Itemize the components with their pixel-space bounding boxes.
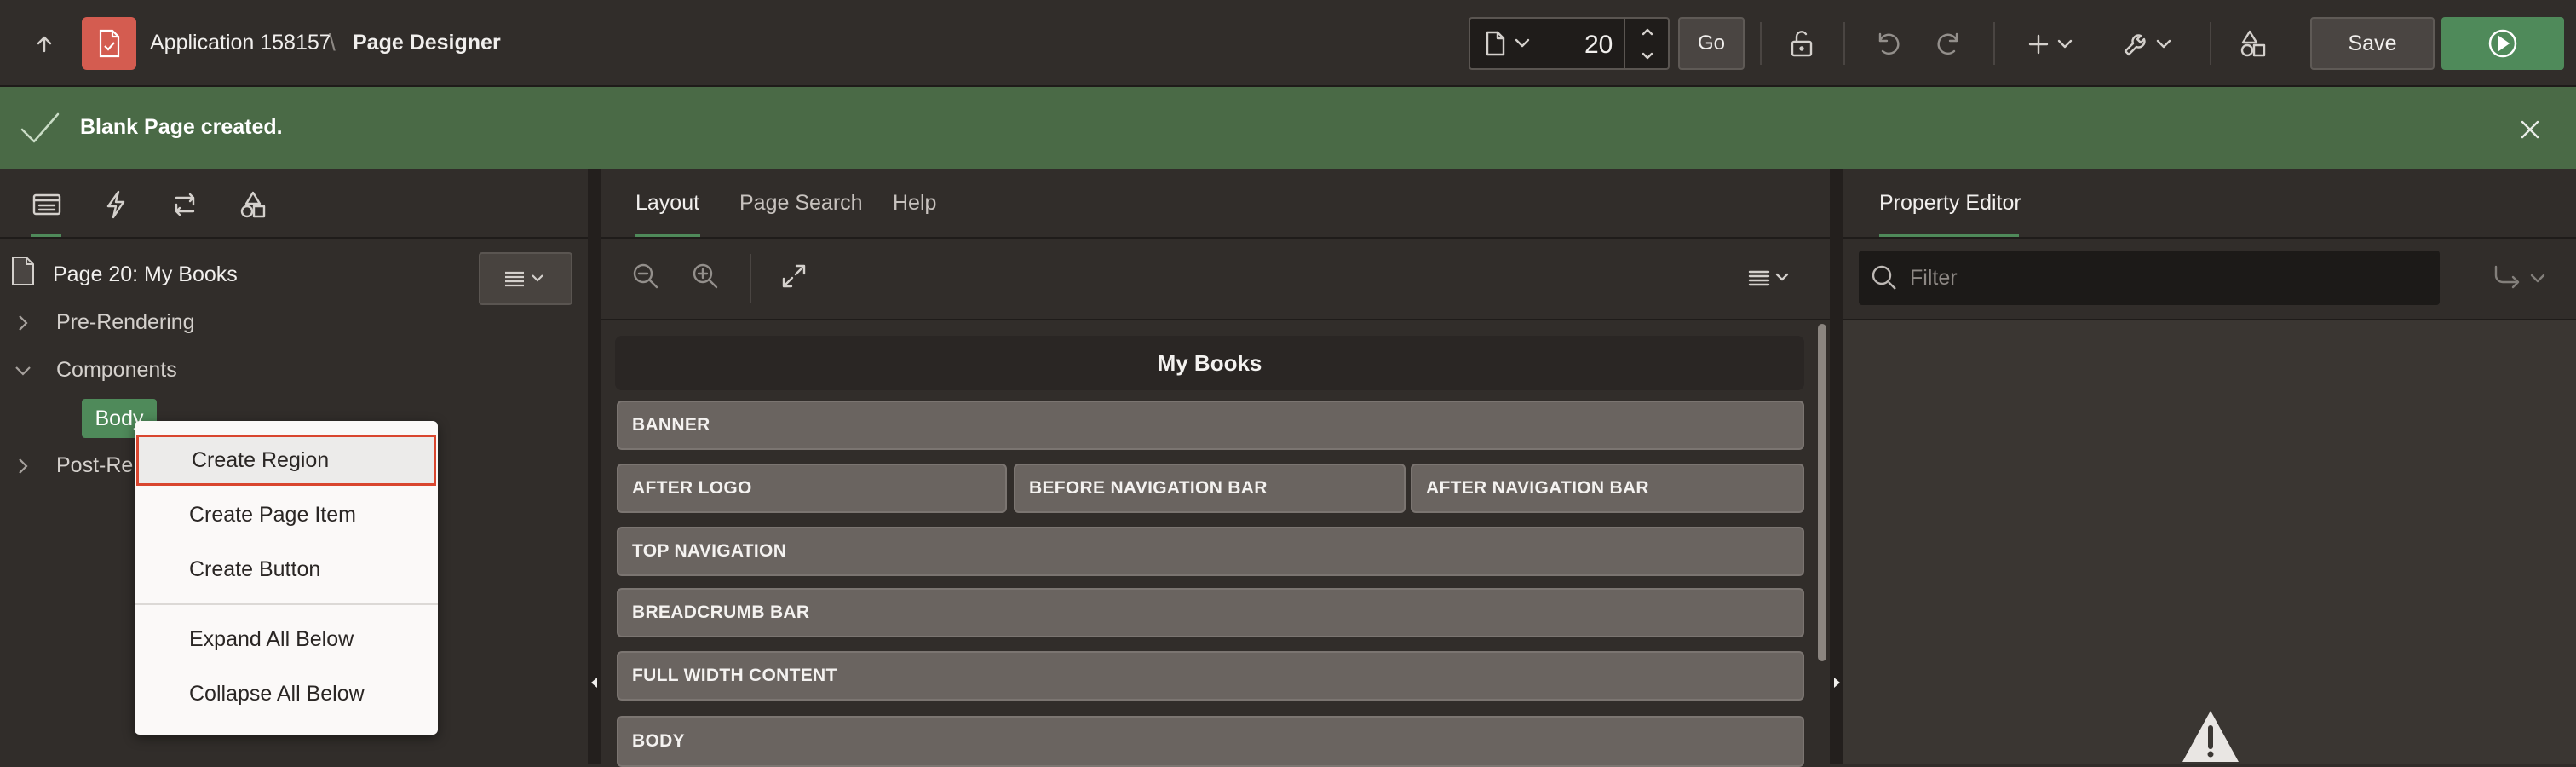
- slot-before-navigation-bar[interactable]: BEFORE NAVIGATION BAR: [1014, 464, 1406, 513]
- utilities-wrench-icon[interactable]: [2119, 24, 2179, 65]
- up-arrow-icon[interactable]: [26, 26, 63, 63]
- go-button[interactable]: Go: [1678, 17, 1745, 70]
- slot-after-logo[interactable]: AFTER LOGO: [617, 464, 1007, 513]
- list-menu-icon: [503, 270, 548, 287]
- slot-top-navigation[interactable]: TOP NAVIGATION: [617, 527, 1804, 576]
- left-splitter[interactable]: [588, 169, 601, 764]
- context-menu: Create Region Create Page Item Create Bu…: [135, 421, 438, 735]
- left-tab-bar: [0, 169, 588, 239]
- go-to-group-icon[interactable]: [2482, 257, 2559, 298]
- redo-icon[interactable]: [1929, 24, 1969, 65]
- app-icon[interactable]: [82, 17, 136, 70]
- warning-icon: [2181, 709, 2240, 764]
- page-title: Page Designer: [353, 31, 501, 55]
- right-splitter[interactable]: [1830, 169, 1843, 764]
- slot-breadcrumb-bar[interactable]: BREADCRUMB BAR: [617, 588, 1804, 637]
- tab-layout[interactable]: Layout: [635, 191, 699, 216]
- chevron-right-icon[interactable]: [17, 314, 29, 332]
- layout-menu-icon[interactable]: [1743, 259, 1797, 297]
- tree-node-pre-rendering[interactable]: Pre-Rendering: [56, 310, 195, 335]
- menu-item-create-region[interactable]: Create Region: [136, 435, 436, 486]
- tree-node-components[interactable]: Components: [56, 358, 177, 383]
- slot-banner[interactable]: BANNER: [617, 401, 1804, 450]
- shared-components-icon[interactable]: [2234, 22, 2274, 65]
- breadcrumb-app[interactable]: Application 158157: [150, 31, 331, 55]
- success-notification: Blank Page created.: [0, 87, 2576, 169]
- layout-scrollbar[interactable]: [1818, 324, 1826, 661]
- tab-page-search[interactable]: Page Search: [739, 191, 863, 216]
- chevron-down-icon[interactable]: [1627, 44, 1668, 66]
- notification-message: Blank Page created.: [80, 115, 283, 139]
- unlock-icon[interactable]: [1782, 24, 1823, 65]
- layout-toolbar: [601, 239, 1830, 320]
- center-tab-bar: Layout Page Search Help: [601, 169, 1830, 239]
- breadcrumb-separator: \: [329, 29, 336, 55]
- property-toolbar: Filter: [1843, 239, 2576, 320]
- tree-page-title[interactable]: Page 20: My Books: [53, 262, 238, 287]
- tree-node-post-rendering-wrap: Post-Rendering: [56, 453, 135, 484]
- chevron-up-icon[interactable]: [1627, 20, 1668, 43]
- close-icon[interactable]: [2513, 112, 2547, 147]
- create-menu-icon[interactable]: [2026, 24, 2079, 65]
- layout-page-header[interactable]: My Books: [615, 336, 1804, 390]
- run-page-button[interactable]: [2441, 17, 2564, 70]
- chevron-down-icon[interactable]: [14, 365, 32, 377]
- processing-tab[interactable]: [164, 186, 206, 223]
- shared-components-tab[interactable]: [232, 184, 274, 225]
- tree-menu-button[interactable]: [479, 252, 572, 305]
- save-button[interactable]: Save: [2310, 17, 2435, 70]
- zoom-out-icon[interactable]: [627, 257, 664, 295]
- page-icon: [10, 256, 36, 286]
- slot-full-width-content[interactable]: FULL WIDTH CONTENT: [617, 651, 1804, 701]
- active-tab-indicator: [1879, 234, 2019, 237]
- menu-item-create-button[interactable]: Create Button: [135, 544, 438, 595]
- top-toolbar: Application 158157 \ Page Designer 20 Go: [0, 0, 2576, 87]
- tab-help[interactable]: Help: [893, 191, 936, 216]
- page-number-input[interactable]: 20: [1584, 31, 1613, 60]
- right-pane: Property Editor Filter: [1843, 169, 2576, 764]
- filter-placeholder: Filter: [1910, 266, 1958, 290]
- collapse-right-icon[interactable]: [1832, 677, 1841, 689]
- menu-item-create-page-item[interactable]: Create Page Item: [135, 489, 438, 540]
- undo-icon[interactable]: [1867, 24, 1908, 65]
- checkmark-icon: [19, 111, 61, 145]
- chevron-down-icon[interactable]: [1511, 32, 1533, 55]
- dynamic-actions-tab[interactable]: [97, 186, 135, 223]
- slot-body[interactable]: BODY: [617, 716, 1804, 767]
- rendering-tab[interactable]: [26, 186, 68, 223]
- menu-separator: [135, 603, 438, 605]
- expand-icon[interactable]: [775, 257, 813, 295]
- play-icon: [2487, 28, 2518, 59]
- tree-node-post-rendering[interactable]: Post-Rendering: [56, 453, 135, 478]
- filter-input[interactable]: Filter: [1859, 251, 2440, 305]
- chevron-right-icon[interactable]: [17, 457, 29, 476]
- tab-property-editor[interactable]: Property Editor: [1879, 191, 2021, 216]
- slot-after-navigation-bar[interactable]: AFTER NAVIGATION BAR: [1411, 464, 1804, 513]
- collapse-left-icon[interactable]: [590, 677, 599, 689]
- right-tab-bar: Property Editor: [1843, 169, 2576, 239]
- menu-item-expand-all-below[interactable]: Expand All Below: [135, 614, 438, 665]
- page-selector[interactable]: 20: [1469, 17, 1670, 70]
- page-icon[interactable]: [1481, 29, 1509, 58]
- active-tab-indicator: [635, 234, 700, 237]
- search-icon: [1871, 264, 1898, 291]
- menu-item-collapse-all-below[interactable]: Collapse All Below: [135, 668, 438, 719]
- center-pane: Layout Page Search Help My Books BANNER …: [601, 169, 1830, 767]
- zoom-in-icon[interactable]: [687, 257, 724, 295]
- active-tab-indicator: [31, 234, 61, 237]
